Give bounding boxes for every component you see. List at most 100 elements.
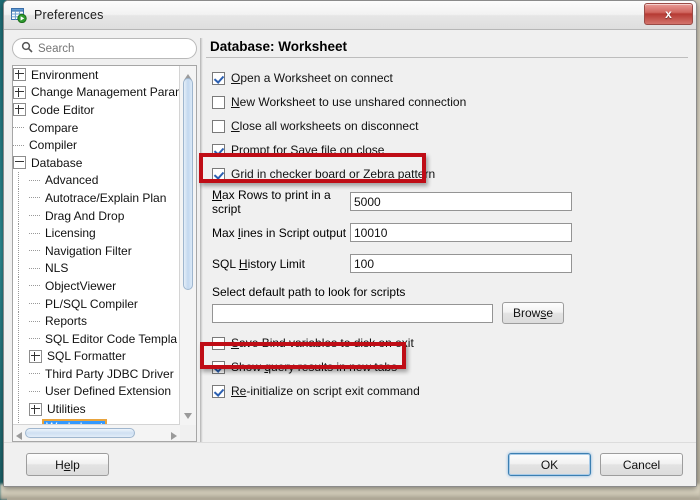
field-label: Max Rows to print in a script xyxy=(212,188,350,216)
bottom-checkbox-group: Save Bind variables to disk on exit Show … xyxy=(212,331,688,403)
checkbox-re-initialize-on-script-exit-command[interactable] xyxy=(212,385,225,398)
field-input-max-lines-in-script-output[interactable] xyxy=(350,223,572,242)
cancel-button[interactable]: Cancel xyxy=(600,453,683,476)
tree-item-nls[interactable]: NLS xyxy=(13,260,180,278)
tree-item-label: SQL Formatter xyxy=(45,349,126,363)
checkbox-row-re-initialize-on-script-exit-command[interactable]: Re-initialize on script exit command xyxy=(212,379,688,403)
checkbox-row-show-query-results-in-new-tabs[interactable]: Show query results in new tabs xyxy=(212,355,688,379)
tree-branch-line xyxy=(29,228,40,239)
tree-item-label: NLS xyxy=(43,261,68,275)
script-path-input[interactable] xyxy=(212,304,493,323)
tree-vertical-scroll-thumb[interactable] xyxy=(183,78,193,290)
tree-item-label: Advanced xyxy=(43,173,98,187)
help-button[interactable]: Help xyxy=(26,453,109,476)
tree-indent-guide xyxy=(13,400,29,418)
tree-expand-icon[interactable] xyxy=(29,403,42,416)
tree-item-drag-and-drop[interactable]: Drag And Drop xyxy=(13,207,180,225)
tree-indent-guide xyxy=(13,312,29,330)
search-icon xyxy=(21,41,38,56)
checkbox-show-query-results-in-new-tabs[interactable] xyxy=(212,361,225,374)
close-icon[interactable]: x xyxy=(644,3,693,25)
pane-divider[interactable] xyxy=(197,38,206,442)
tree-item-autotrace-explain-plan[interactable]: Autotrace/Explain Plan xyxy=(13,189,180,207)
tree-indent-guide xyxy=(13,348,29,366)
field-row-sql-history-limit: SQL History Limit xyxy=(212,248,688,279)
settings-panel: Database: Worksheet Open a Worksheet on … xyxy=(206,38,688,442)
tree-scroll-area: Environment Change Management ParamCode E… xyxy=(13,66,180,425)
tree-indent-guide xyxy=(13,224,29,242)
tree-branch-line xyxy=(13,122,24,133)
checkbox-new-worksheet-to-use-unshared-connection[interactable] xyxy=(212,96,225,109)
checkbox-grid-in-checker-board-or-zebra-pattern[interactable] xyxy=(212,168,225,181)
checkbox-label: Close all worksheets on disconnect xyxy=(231,119,418,133)
tree-item-licensing[interactable]: Licensing xyxy=(13,224,180,242)
tree-item-label: Reports xyxy=(43,314,87,328)
tree-item-environment[interactable]: Environment xyxy=(13,66,180,84)
tree-item-label: SQL Editor Code Templa xyxy=(43,332,177,346)
tree-item-label: Environment xyxy=(29,68,98,82)
title-bar: Preferences x xyxy=(4,1,696,30)
tree-item-code-editor[interactable]: Code Editor xyxy=(13,101,180,119)
search-box[interactable] xyxy=(12,38,197,59)
tree-item-navigation-filter[interactable]: Navigation Filter xyxy=(13,242,180,260)
checkbox-prompt-for-save-file-on-close[interactable] xyxy=(212,144,225,157)
scroll-down-arrow-icon[interactable] xyxy=(184,408,192,422)
top-checkbox-group: Open a Worksheet on connect New Worksheet… xyxy=(212,66,688,186)
tree-item-advanced[interactable]: Advanced xyxy=(13,172,180,190)
scroll-left-arrow-icon[interactable] xyxy=(16,429,22,442)
sidebar: Environment Change Management ParamCode E… xyxy=(12,38,197,442)
checkbox-row-open-a-worksheet-on-connect[interactable]: Open a Worksheet on connect xyxy=(212,66,688,90)
scroll-right-arrow-icon[interactable] xyxy=(171,429,177,442)
checkbox-row-grid-in-checker-board-or-zebra-pattern[interactable]: Grid in checker board or Zebra pattern xyxy=(212,162,688,186)
checkbox-label: New Worksheet to use unshared connection xyxy=(231,95,466,109)
checkbox-row-close-all-worksheets-on-disconnect[interactable]: Close all worksheets on disconnect xyxy=(212,114,688,138)
tree-branch-line xyxy=(29,210,40,221)
tree-horizontal-scrollbar[interactable] xyxy=(13,424,180,441)
worksheet-run-icon xyxy=(11,7,27,23)
tree-item-utilities[interactable]: Utilities xyxy=(13,400,180,418)
tree-item-database[interactable]: Database xyxy=(13,154,180,172)
tree-item-third-party-jdbc-driver[interactable]: Third Party JDBC Driver xyxy=(13,365,180,383)
checkbox-open-a-worksheet-on-connect[interactable] xyxy=(212,72,225,85)
checkbox-row-prompt-for-save-file-on-close[interactable]: Prompt for Save file on close xyxy=(212,138,688,162)
tree-indent-guide xyxy=(13,242,29,260)
tree-branch-line xyxy=(29,333,40,344)
checkbox-label: Show query results in new tabs xyxy=(231,360,397,374)
preferences-tree[interactable]: Environment Change Management ParamCode E… xyxy=(12,65,197,442)
tree-item-label: Compare xyxy=(27,121,78,135)
tree-indent-guide xyxy=(13,260,29,278)
tree-branch-line xyxy=(29,245,40,256)
tree-indent-guide xyxy=(13,383,29,401)
field-input-sql-history-limit[interactable] xyxy=(350,254,572,273)
tree-item-compiler[interactable]: Compiler xyxy=(13,136,180,154)
checkbox-row-save-bind-variables-to-disk-on-exit[interactable]: Save Bind variables to disk on exit xyxy=(212,331,688,355)
tree-item-label: Navigation Filter xyxy=(43,244,132,258)
tree-item-change-management-param[interactable]: Change Management Param xyxy=(13,84,180,102)
dialog-footer: Help OK Cancel xyxy=(4,442,696,486)
checkbox-save-bind-variables-to-disk-on-exit[interactable] xyxy=(212,337,225,350)
tree-item-objectviewer[interactable]: ObjectViewer xyxy=(13,277,180,295)
ok-button[interactable]: OK xyxy=(508,453,591,476)
tree-item-sql-formatter[interactable]: SQL Formatter xyxy=(13,348,180,366)
tree-item-sql-editor-code-templa[interactable]: SQL Editor Code Templa xyxy=(13,330,180,348)
field-input-max-rows-to-print-in-a-script[interactable] xyxy=(350,192,572,211)
tree-vertical-scrollbar[interactable] xyxy=(179,66,196,425)
checkbox-row-new-worksheet-to-use-unshared-connection[interactable]: New Worksheet to use unshared connection xyxy=(212,90,688,114)
tree-horizontal-scroll-thumb[interactable] xyxy=(25,428,135,438)
tree-indent-guide xyxy=(13,172,29,190)
tree-expand-icon[interactable] xyxy=(29,350,42,363)
browse-button[interactable]: Browse xyxy=(502,302,564,324)
tree-item-compare[interactable]: Compare xyxy=(13,119,180,137)
tree-item-user-defined-extension[interactable]: User Defined Extension xyxy=(13,383,180,401)
tree-collapse-icon[interactable] xyxy=(13,156,26,169)
tree-item-pl-sql-compiler[interactable]: PL/SQL Compiler xyxy=(13,295,180,313)
search-input[interactable] xyxy=(38,43,188,55)
tree-expand-icon[interactable] xyxy=(13,103,26,116)
tree-branch-line xyxy=(13,140,24,151)
tree-indent-guide xyxy=(13,330,29,348)
title-divider xyxy=(206,57,688,58)
tree-expand-icon[interactable] xyxy=(13,86,26,99)
tree-item-reports[interactable]: Reports xyxy=(13,312,180,330)
checkbox-close-all-worksheets-on-disconnect[interactable] xyxy=(212,120,225,133)
tree-expand-icon[interactable] xyxy=(13,68,26,81)
